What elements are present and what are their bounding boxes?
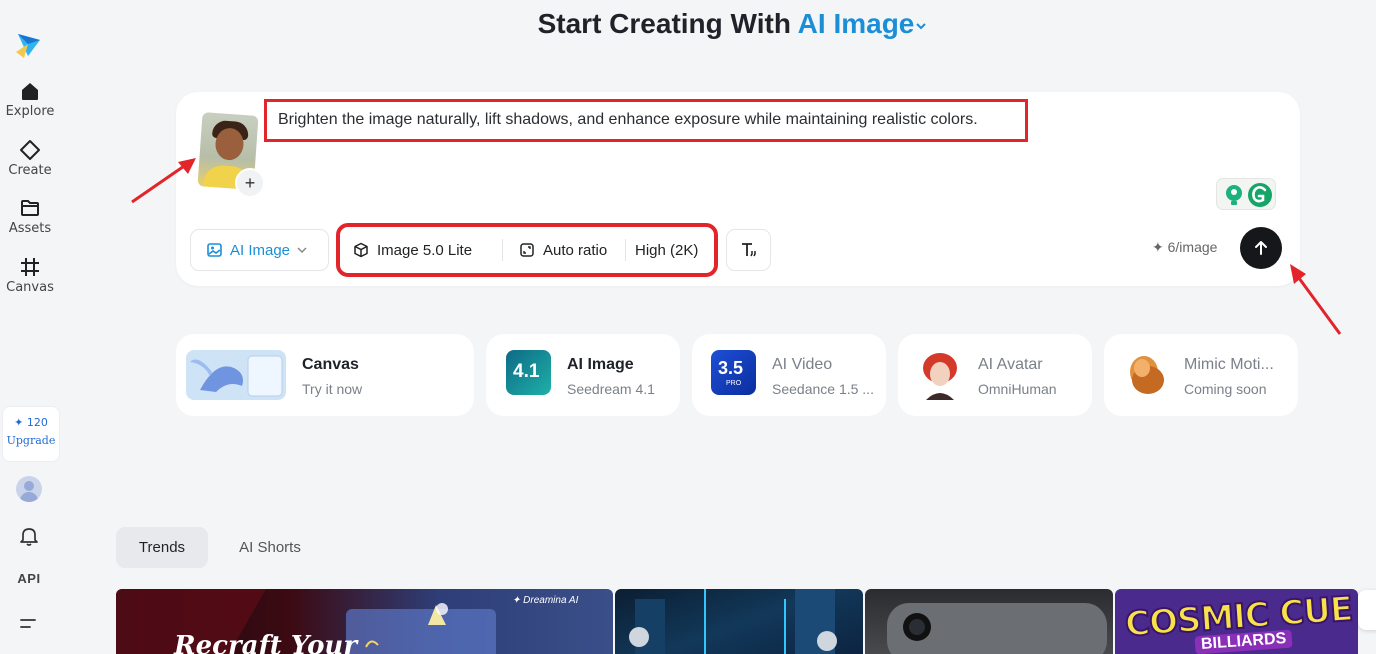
gallery-item[interactable]: Recraft Your ✦ Dreamina AI	[116, 589, 613, 654]
upgrade-button[interactable]: ✦ 120 Upgrade	[2, 406, 60, 462]
quality-label: High (2K)	[635, 241, 699, 259]
mimic-thumbnail	[1120, 350, 1172, 400]
pegasus-thumbnail	[186, 350, 286, 400]
canvas-icon	[21, 258, 39, 276]
feature-card-canvas[interactable]: Canvas Try it now	[176, 334, 474, 416]
prompt-input[interactable]: Brighten the image naturally, lift shado…	[278, 111, 978, 129]
badge-version: 4.1	[513, 361, 540, 382]
divider	[625, 239, 626, 261]
feature-card-ai-avatar[interactable]: AI Avatar OmniHuman	[898, 334, 1092, 416]
feature-sub: Seedream 4.1	[567, 381, 655, 397]
grammarly-icon	[1248, 183, 1272, 207]
gallery-item[interactable]	[615, 589, 863, 654]
feature-name: AI Image	[567, 356, 634, 373]
feature-sub: OmniHuman	[978, 381, 1057, 397]
add-reference-button[interactable]: +	[235, 168, 265, 198]
aspect-ratio-icon	[520, 243, 534, 257]
mode-switcher[interactable]: AI Image	[798, 8, 929, 39]
credits-count: ✦ 120	[14, 416, 48, 429]
model-selector[interactable]: Image 5.0 Lite	[353, 229, 472, 271]
title-prefix: Start Creating With	[537, 8, 791, 39]
sidebar-item-label: Assets	[8, 221, 52, 236]
folder-icon	[21, 200, 39, 216]
sidebar-item-label: Explore	[5, 104, 55, 119]
gallery-caption: Recraft Your	[174, 631, 358, 654]
seedream-badge: 4.1	[506, 350, 551, 395]
sidebar-item-canvas[interactable]: Canvas	[0, 256, 60, 295]
idea-bulb-icon	[1226, 185, 1242, 205]
sidebar-item-assets[interactable]: Assets	[0, 197, 60, 236]
side-panel-toggle[interactable]	[1358, 590, 1376, 630]
sidebar-item-explore[interactable]: Explore	[0, 80, 60, 119]
tab-trends[interactable]: Trends	[116, 527, 208, 568]
feature-sub: Seedance 1.5 ...	[772, 381, 874, 397]
chevron-down-icon	[297, 247, 307, 254]
gallery-art	[629, 589, 837, 654]
cube-icon	[354, 242, 368, 258]
divider	[502, 239, 503, 261]
feature-card-ai-image[interactable]: 4.1 AI Image Seedream 4.1	[486, 334, 680, 416]
menu-icon[interactable]	[19, 615, 37, 633]
avatar-thumbnail	[916, 350, 964, 400]
bell-icon[interactable]	[18, 525, 40, 547]
tab-ai-shorts[interactable]: AI Shorts	[222, 527, 318, 568]
mode-label: AI Image	[230, 241, 291, 259]
generate-button[interactable]	[1240, 227, 1282, 269]
badge-sub: PRO	[726, 380, 742, 387]
feature-name: AI Video	[772, 356, 833, 373]
feature-sub: Coming soon	[1184, 381, 1267, 397]
sidebar-item-label: Canvas	[6, 280, 54, 295]
gallery-item[interactable]	[865, 589, 1113, 654]
prompt-card: + Brighten the image naturally, lift sha…	[176, 92, 1300, 286]
sidebar: Explore Create Assets Canvas ✦ 120 Upgra…	[0, 0, 60, 654]
gallery-art	[887, 603, 1107, 654]
feature-sub: Try it now	[302, 381, 363, 397]
text-quote-icon	[741, 243, 756, 257]
upgrade-label: Upgrade	[6, 434, 56, 447]
text-style-button[interactable]	[726, 229, 771, 271]
diamond-icon	[20, 140, 40, 160]
ratio-selector[interactable]: Auto ratio	[519, 229, 607, 271]
sidebar-item-label: Create	[8, 163, 52, 178]
extension-icons	[1216, 178, 1276, 210]
badge-version: 3.5	[718, 358, 744, 378]
quality-selector[interactable]: High (2K)	[635, 229, 698, 271]
feature-name: Canvas	[302, 356, 359, 373]
feature-card-ai-video[interactable]: 3.5 PRO AI Video Seedance 1.5 ...	[692, 334, 886, 416]
arrow-up-icon	[1255, 241, 1267, 255]
gallery-item[interactable]: COSMIC CUE BILLIARDS	[1115, 589, 1358, 654]
user-avatar[interactable]	[16, 476, 42, 502]
cost-per-image: ✦ 6/image	[1152, 239, 1218, 255]
sidebar-item-create[interactable]: Create	[0, 139, 60, 178]
home-icon	[22, 83, 38, 100]
feature-name: AI Avatar	[978, 356, 1043, 373]
annotation-arrow-left	[131, 158, 196, 204]
annotation-arrow-right	[1290, 264, 1342, 335]
ratio-label: Auto ratio	[543, 241, 608, 259]
mode-dropdown[interactable]: AI Image	[190, 229, 329, 271]
chevron-down-icon	[916, 22, 927, 30]
image-mode-icon	[207, 243, 222, 257]
gallery-brand: ✦ Dreamina AI	[512, 595, 579, 606]
api-link[interactable]: API	[0, 571, 58, 586]
feature-card-mimic-motion[interactable]: Mimic Moti... Coming soon	[1104, 334, 1298, 416]
model-label: Image 5.0 Lite	[377, 241, 473, 259]
page-title: Start Creating With AI Image	[0, 8, 1376, 40]
seedance-badge: 3.5 PRO	[711, 350, 756, 395]
title-accent: AI Image	[797, 8, 915, 39]
feature-name: Mimic Moti...	[1184, 356, 1274, 373]
